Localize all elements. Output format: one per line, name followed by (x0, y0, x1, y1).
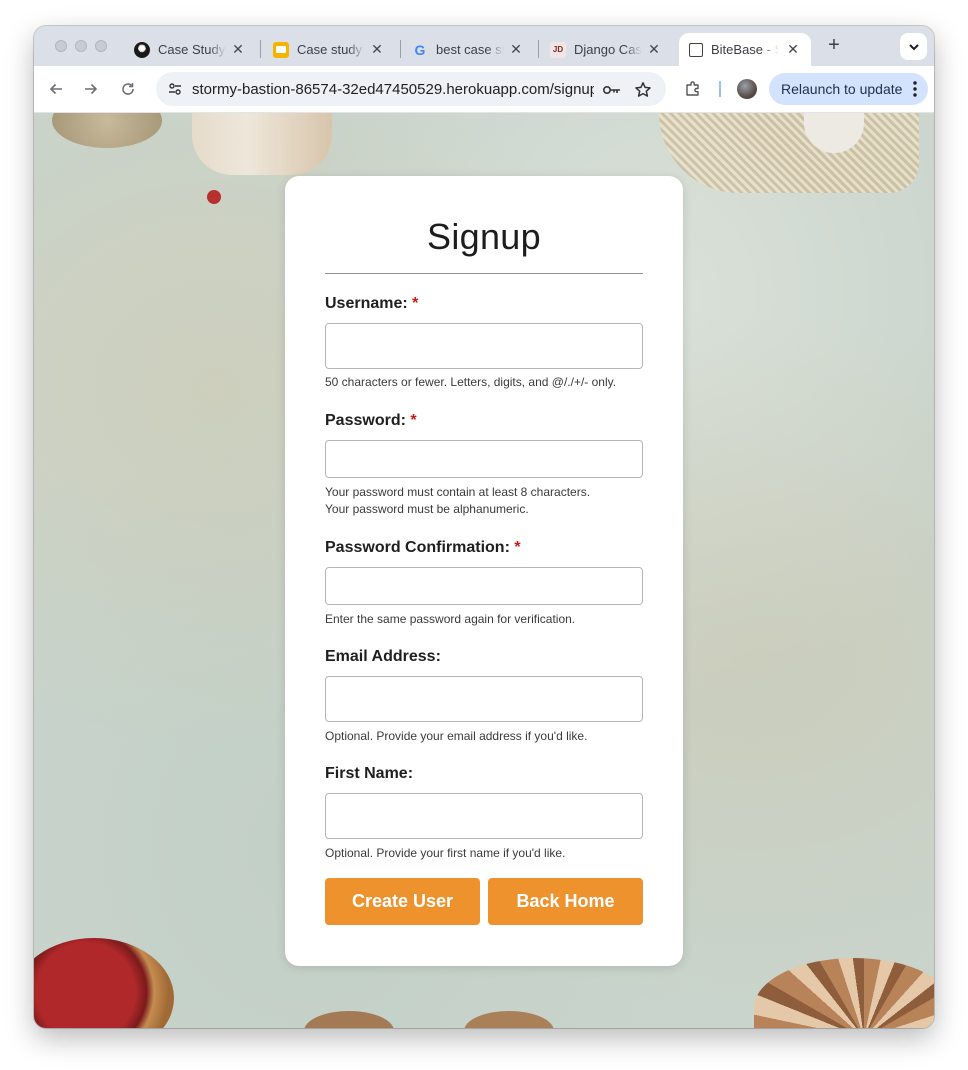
tab-case-study-2[interactable]: Case study ✕ (263, 33, 395, 66)
url-text: stormy-bastion-86574-32ed47450529.heroku… (192, 81, 594, 98)
help-line: Your password must be alphanumeric. (325, 502, 529, 516)
username-help: 50 characters or fewer. Letters, digits,… (325, 374, 655, 391)
address-bar[interactable]: stormy-bastion-86574-32ed47450529.heroku… (156, 72, 666, 106)
relaunch-button[interactable]: Relaunch to update (769, 73, 928, 105)
walnut-image (304, 1011, 394, 1028)
close-icon[interactable]: ✕ (785, 41, 801, 58)
first-name-input[interactable] (325, 793, 643, 839)
tab-title: best case study (436, 42, 504, 57)
email-input[interactable] (325, 676, 643, 722)
more-menu-icon[interactable] (913, 81, 917, 100)
password-confirmation-input[interactable] (325, 567, 643, 605)
tab-bitebase-signup[interactable]: BiteBase - Signup ✕ (679, 33, 811, 66)
username-input[interactable] (325, 323, 643, 369)
new-tab-icon[interactable]: + (824, 35, 844, 55)
close-window-button[interactable] (55, 40, 67, 52)
chevron-down-icon[interactable] (900, 33, 927, 60)
tab-title: Case Study (158, 42, 226, 57)
help-line: Optional. Provide your email address if … (325, 729, 588, 743)
help-line: Optional. Provide your first name if you… (325, 846, 566, 860)
required-mark: * (412, 295, 419, 312)
browser-toolbar: stormy-bastion-86574-32ed47450529.heroku… (34, 66, 934, 113)
help-line: 50 characters or fewer. Letters, digits,… (325, 375, 617, 389)
close-icon[interactable]: ✕ (369, 41, 385, 58)
reload-icon[interactable] (118, 79, 138, 99)
close-icon[interactable]: ✕ (508, 41, 524, 58)
label-text: Password: (325, 412, 406, 429)
dried-flowers-image (754, 958, 934, 1028)
burlap-sack-image (52, 113, 162, 148)
first-name-help: Optional. Provide your first name if you… (325, 845, 655, 862)
tab-title: BiteBase - Signup (711, 42, 779, 57)
page-title: Signup (427, 216, 541, 257)
password-confirmation-label: Password Confirmation: * (325, 539, 521, 557)
site-settings-icon[interactable] (164, 78, 186, 100)
create-user-button[interactable]: Create User (325, 878, 480, 925)
wooden-utensils-image (192, 113, 332, 175)
tab-separator (538, 40, 539, 58)
required-mark: * (410, 412, 417, 429)
page-viewport: Signup Username: * 50 characters or fewe… (34, 113, 934, 1028)
extensions-icon[interactable] (683, 79, 703, 99)
tab-case-study-1[interactable]: ✺ Case Study ✕ (124, 33, 256, 66)
toolbar-divider (719, 81, 721, 97)
password-input[interactable] (325, 440, 643, 478)
email-label: Email Address: (325, 648, 441, 666)
django-case-icon: JD (550, 41, 566, 58)
password-key-icon[interactable] (602, 80, 622, 100)
browser-window: ✺ Case Study ✕ Case study ✕ G best case … (34, 26, 934, 1028)
back-icon[interactable] (46, 79, 66, 99)
tab-django-case[interactable]: JD Django Case ✕ (540, 33, 672, 66)
close-icon[interactable]: ✕ (646, 41, 662, 58)
net-bag-image (659, 113, 919, 193)
maximize-window-button[interactable] (95, 40, 107, 52)
tab-strip: ✺ Case Study ✕ Case study ✕ G best case … (34, 26, 934, 66)
peppercorn-bowl-image (34, 938, 174, 1028)
label-text: Password Confirmation: (325, 539, 510, 556)
password-confirmation-help: Enter the same password again for verifi… (325, 611, 655, 628)
tab-google-search[interactable]: G best case study ✕ (402, 33, 534, 66)
close-icon[interactable]: ✕ (230, 41, 246, 58)
walnut-image (464, 1011, 554, 1028)
password-help: Your password must contain at least 8 ch… (325, 484, 655, 518)
profile-avatar[interactable] (737, 79, 757, 99)
forward-icon[interactable] (81, 79, 101, 99)
label-text: First Name: (325, 765, 414, 782)
email-help: Optional. Provide your email address if … (325, 728, 655, 745)
first-name-label: First Name: (325, 765, 413, 783)
password-label: Password: * (325, 412, 417, 430)
bookmark-star-icon[interactable] (633, 80, 653, 100)
help-line: Enter the same password again for verifi… (325, 612, 576, 626)
openai-icon: ✺ (134, 41, 150, 58)
minimize-window-button[interactable] (75, 40, 87, 52)
tab-separator (260, 40, 261, 58)
slides-icon (273, 41, 289, 58)
help-line: Your password must contain at least 8 ch… (325, 485, 591, 499)
title-divider (325, 273, 643, 274)
username-label: Username: * (325, 295, 418, 313)
page-icon (689, 42, 703, 57)
tab-title: Django Case (574, 42, 642, 57)
required-mark: * (514, 539, 521, 556)
tab-separator (400, 40, 401, 58)
relaunch-label: Relaunch to update (781, 81, 903, 97)
tab-title: Case study (297, 42, 363, 57)
label-text: Email Address: (325, 648, 441, 665)
red-berry-image (207, 190, 221, 204)
google-icon: G (414, 41, 426, 58)
signup-card: Signup Username: * 50 characters or fewe… (285, 176, 683, 966)
label-text: Username: (325, 295, 408, 312)
back-home-button[interactable]: Back Home (488, 878, 643, 925)
